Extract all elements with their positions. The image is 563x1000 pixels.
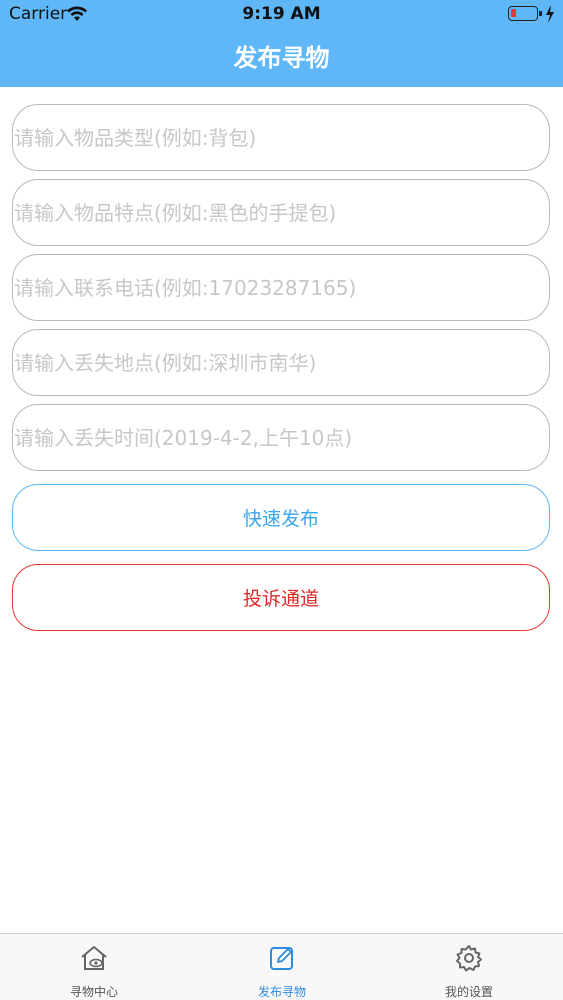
tab-label: 寻物中心 <box>69 985 118 999</box>
tab-search-center[interactable]: 寻物中心 <box>0 934 188 1000</box>
page-title: 发布寻物 <box>233 44 330 72</box>
tab-bar: 寻物中心 发布寻物 我的设置 <box>0 933 563 1000</box>
tab-label: 发布寻物 <box>257 985 306 999</box>
item-type-input[interactable] <box>13 105 549 170</box>
quick-publish-button[interactable]: 快速发布 <box>12 484 550 551</box>
home-eye-icon <box>81 946 107 970</box>
gear-icon <box>456 945 482 972</box>
status-bar: Carrier 9:19 AM <box>0 0 563 30</box>
tab-settings[interactable]: 我的设置 <box>375 934 563 1000</box>
item-type-field[interactable] <box>12 104 550 171</box>
item-features-field[interactable] <box>12 179 550 246</box>
complaint-channel-button[interactable]: 投诉通道 <box>12 564 550 631</box>
item-features-input[interactable] <box>13 180 549 245</box>
edit-icon <box>270 947 293 970</box>
battery-icon <box>508 6 542 21</box>
lost-time-input[interactable] <box>13 405 549 470</box>
charging-icon <box>546 5 554 23</box>
lost-time-field[interactable] <box>12 404 550 471</box>
contact-phone-input[interactable] <box>13 255 549 320</box>
top-bar: Carrier 9:19 AM 发布寻物 <box>0 0 563 87</box>
tab-publish[interactable]: 发布寻物 <box>188 934 376 1000</box>
screen: Carrier 9:19 AM 发布寻物 快速发布 <box>0 0 563 1000</box>
clock: 9:19 AM <box>242 4 321 24</box>
lost-location-field[interactable] <box>12 329 550 396</box>
lost-location-input[interactable] <box>13 330 549 395</box>
tab-label: 我的设置 <box>444 985 493 999</box>
contact-phone-field[interactable] <box>12 254 550 321</box>
